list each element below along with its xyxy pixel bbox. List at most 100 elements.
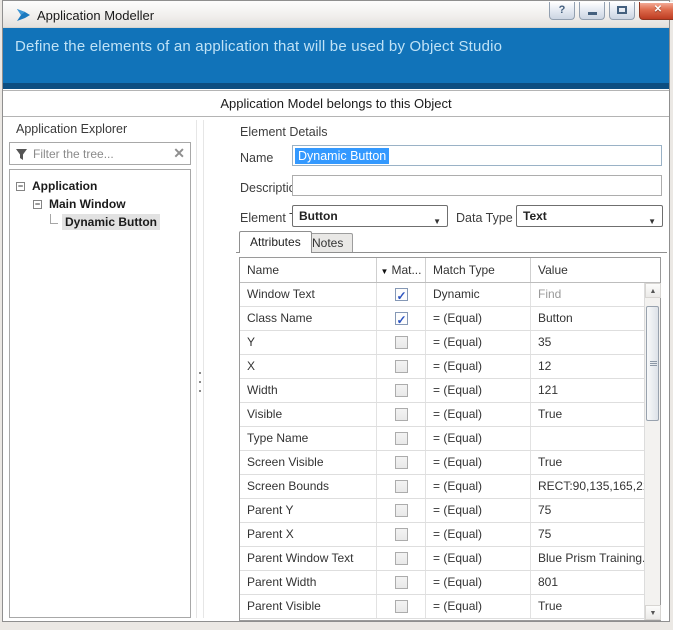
attribute-name: X	[240, 355, 377, 378]
attribute-row[interactable]: Visible= (Equal)True	[240, 403, 660, 427]
attribute-match-type: = (Equal)	[426, 451, 531, 474]
tree-filter-input[interactable]	[33, 144, 163, 163]
close-button[interactable]: ✕	[639, 2, 673, 20]
attribute-match-cell	[377, 499, 426, 522]
minimize-icon	[588, 12, 597, 15]
attribute-name: Parent Width	[240, 571, 377, 594]
header-match-label: Mat...	[391, 263, 421, 277]
header-match-type[interactable]: Match Type	[426, 258, 531, 282]
match-checkbox[interactable]	[395, 408, 408, 421]
match-checkbox[interactable]: ✓	[395, 312, 408, 325]
attribute-row[interactable]: Type Name= (Equal)	[240, 427, 660, 451]
attribute-name: Parent Window Text	[240, 547, 377, 570]
attribute-name: Width	[240, 379, 377, 402]
header-name[interactable]: Name	[240, 258, 377, 282]
attribute-name: Parent Y	[240, 499, 377, 522]
match-checkbox[interactable]	[395, 360, 408, 373]
attribute-match-type: = (Equal)	[426, 595, 531, 618]
filter-sort-icon: ▼	[381, 267, 389, 276]
element-details-title: Element Details	[240, 125, 328, 139]
tree-filter-box[interactable]: ✕	[9, 142, 191, 165]
attribute-match-type: = (Equal)	[426, 523, 531, 546]
attributes-grid-header[interactable]: Name ▼Mat... Match Type Value	[240, 258, 660, 283]
attribute-row[interactable]: Parent Visible= (Equal)True	[240, 595, 660, 619]
attributes-grid: Name ▼Mat... Match Type Value Window Tex…	[239, 257, 661, 621]
name-field[interactable]: Dynamic Button	[292, 145, 662, 166]
collapse-icon[interactable]: −	[16, 182, 25, 191]
data-type-label: Data Type	[456, 211, 513, 225]
tree-item-application[interactable]: −Application	[10, 177, 190, 195]
match-checkbox[interactable]	[395, 576, 408, 589]
tree-item-main-window[interactable]: −Main Window	[10, 195, 190, 213]
match-checkbox[interactable]	[395, 384, 408, 397]
match-checkbox[interactable]	[395, 336, 408, 349]
application-tree[interactable]: −Application−Main WindowDynamic Button	[9, 169, 191, 618]
collapse-icon[interactable]: −	[33, 200, 42, 209]
attribute-row[interactable]: Parent Width= (Equal)801	[240, 571, 660, 595]
name-label: Name	[240, 151, 273, 165]
blue-prism-app-icon	[16, 8, 31, 22]
scrollbar-thumb[interactable]	[646, 306, 659, 421]
vertical-scrollbar[interactable]: ▲ ▼	[644, 283, 660, 620]
attribute-name: Visible	[240, 403, 377, 426]
help-button[interactable]: ?	[549, 2, 575, 20]
description-field[interactable]	[292, 175, 662, 196]
match-checkbox[interactable]	[395, 480, 408, 493]
scroll-down-icon[interactable]: ▼	[645, 605, 661, 620]
attribute-name: Type Name	[240, 427, 377, 450]
attribute-match-type: = (Equal)	[426, 499, 531, 522]
attribute-row[interactable]: Parent Y= (Equal)75	[240, 499, 660, 523]
match-checkbox[interactable]	[395, 552, 408, 565]
attribute-match-cell	[377, 595, 426, 618]
attribute-row[interactable]: Parent Window Text= (Equal)Blue Prism Tr…	[240, 547, 660, 571]
attribute-row[interactable]: Screen Bounds= (Equal)RECT:90,135,165,21…	[240, 475, 660, 499]
window-title: Application Modeller	[37, 8, 154, 23]
panel-splitter[interactable]	[196, 120, 204, 618]
match-checkbox[interactable]	[395, 504, 408, 517]
maximize-icon	[617, 6, 627, 14]
attribute-match-cell	[377, 355, 426, 378]
data-type-select[interactable]: Text ▼	[516, 205, 663, 227]
scroll-thumb-grip	[650, 361, 657, 366]
attribute-value: Blue Prism Training...	[531, 547, 644, 570]
attribute-match-cell	[377, 379, 426, 402]
attribute-match-cell	[377, 427, 426, 450]
banner-text: Define the elements of an application th…	[15, 38, 502, 55]
subheader-bar: Application Model belongs to this Object	[3, 90, 669, 117]
attribute-match-type: = (Equal)	[426, 475, 531, 498]
element-type-value: Button	[299, 209, 338, 223]
tab-attributes[interactable]: Attributes	[239, 231, 312, 253]
match-checkbox[interactable]: ✓	[395, 288, 408, 301]
match-checkbox[interactable]	[395, 600, 408, 613]
clear-filter-icon[interactable]: ✕	[173, 145, 185, 162]
attribute-row[interactable]: Window Text✓DynamicFind	[240, 283, 660, 307]
attribute-row[interactable]: Screen Visible= (Equal)True	[240, 451, 660, 475]
attribute-name: Parent X	[240, 523, 377, 546]
attribute-match-cell: ✓	[377, 283, 426, 306]
header-match[interactable]: ▼Mat...	[377, 258, 426, 282]
attribute-row[interactable]: Class Name✓= (Equal)Button	[240, 307, 660, 331]
attribute-value: 75	[531, 523, 644, 546]
close-icon: ✕	[654, 4, 662, 15]
scroll-up-icon[interactable]: ▲	[645, 283, 661, 298]
maximize-button[interactable]	[609, 2, 635, 20]
attribute-row[interactable]: X= (Equal)12	[240, 355, 660, 379]
match-checkbox[interactable]	[395, 528, 408, 541]
title-bar[interactable]: Application Modeller ? ✕	[3, 1, 669, 28]
match-checkbox[interactable]	[395, 432, 408, 445]
explorer-title: Application Explorer	[16, 122, 127, 136]
name-selected-text: Dynamic Button	[295, 148, 389, 164]
attribute-match-type: = (Equal)	[426, 331, 531, 354]
attributes-table-body: Window Text✓DynamicFindClass Name✓= (Equ…	[240, 283, 660, 619]
tree-item-dynamic-button[interactable]: Dynamic Button	[10, 213, 190, 231]
filter-funnel-icon	[15, 148, 28, 161]
header-value[interactable]: Value	[531, 258, 644, 282]
element-type-select[interactable]: Button ▼	[292, 205, 448, 227]
tree-item-label: Application	[29, 178, 100, 194]
attribute-value: 801	[531, 571, 644, 594]
attribute-row[interactable]: Parent X = (Equal)75	[240, 523, 660, 547]
attribute-row[interactable]: Width= (Equal)121	[240, 379, 660, 403]
minimize-button[interactable]	[579, 2, 605, 20]
attribute-row[interactable]: Y= (Equal)35	[240, 331, 660, 355]
match-checkbox[interactable]	[395, 456, 408, 469]
